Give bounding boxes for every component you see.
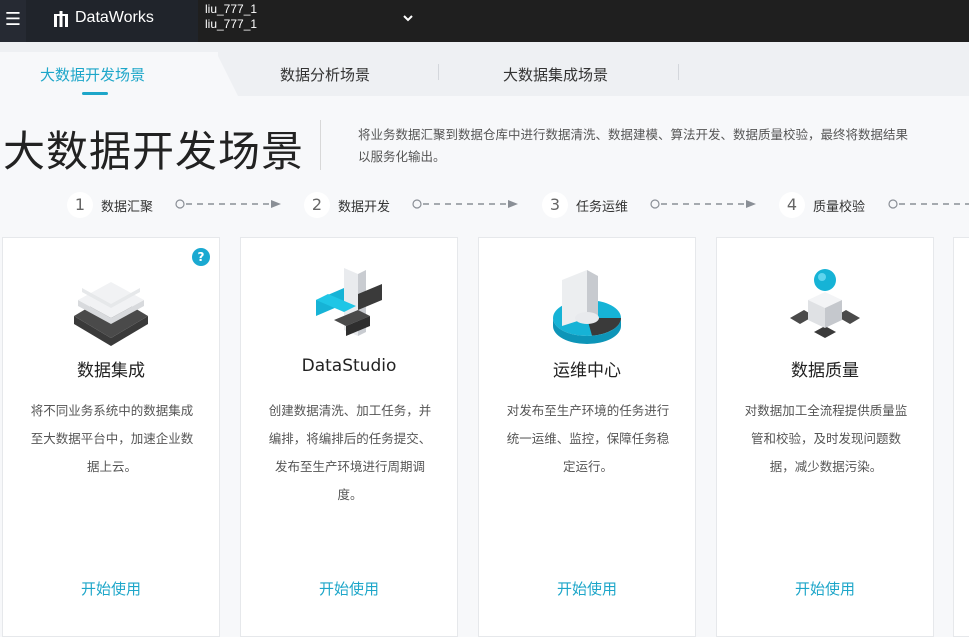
step-label: 数据开发 <box>338 200 391 215</box>
step-label: 数据汇聚 <box>101 200 154 215</box>
start-button[interactable]: 开始使用 <box>3 578 219 599</box>
card-data-quality: 数据质量 对数据加工全流程提供质量监管和校验，及时发现问题数据，减少数据污染。 … <box>716 237 934 637</box>
step-arrow-icon <box>175 199 281 209</box>
page-description: 将业务数据汇聚到数据仓库中进行数据清洗、数据建模、算法开发、数据质量校验，最终将… <box>358 127 909 164</box>
step-label: 质量校验 <box>813 200 866 215</box>
chevron-down-icon[interactable] <box>400 10 416 26</box>
title-divider <box>320 120 321 170</box>
tab-data-analysis[interactable]: 数据分析场景 <box>280 64 370 85</box>
step-number: 2 <box>304 192 330 218</box>
card-description: 对发布至生产环境的任务进行统一运维、监控，保障任务稳定运行。 <box>506 403 670 474</box>
datastudio-icon <box>316 268 382 336</box>
page-title: 大数据开发场景 <box>3 127 305 176</box>
step-arrow-icon <box>888 199 969 209</box>
account-id: liu_777_1 <box>205 17 258 31</box>
card-title: DataStudio <box>301 356 397 376</box>
step-arrow-icon <box>412 199 518 209</box>
account-selector[interactable]: liu_777_1 liu_777_1 <box>205 2 257 32</box>
step-arrow-icon <box>650 199 756 209</box>
active-tab-indicator <box>82 92 108 95</box>
operations-center-icon <box>553 270 621 344</box>
scenario-tabs <box>0 42 969 96</box>
brand-logo[interactable]: DataWorks <box>26 0 198 42</box>
account-name: liu_777_1 <box>205 2 258 16</box>
step-label: 任务运维 <box>576 200 629 215</box>
card-title: 数据质量 <box>791 361 859 381</box>
top-navigation-bar: ☰ DataWorks liu_777_1 liu_777_1 <box>0 0 969 42</box>
brand-name: DataWorks <box>75 9 154 26</box>
card-datastudio: DataStudio 创建数据清洗、加工任务，并编排，将编排后的任务提交、发布至… <box>240 237 458 637</box>
card-next-partial <box>953 237 969 637</box>
tab-big-data-integration[interactable]: 大数据集成场景 <box>503 64 608 85</box>
card-title: 数据集成 <box>77 361 145 381</box>
tab-divider <box>438 64 439 80</box>
card-description: 创建数据清洗、加工任务，并编排，将编排后的任务提交、发布至生产环境进行周期调度。 <box>268 403 432 502</box>
card-data-integration: ? 数据集成 将不同业务系统中的数据集成至大数据平台中，加速企业数据上云。 开始… <box>2 237 220 637</box>
card-description: 将不同业务系统中的数据集成至大数据平台中，加速企业数据上云。 <box>30 403 194 474</box>
tab-divider <box>678 64 679 80</box>
step-number: 4 <box>779 192 805 218</box>
start-button[interactable]: 开始使用 <box>479 578 695 599</box>
menu-icon[interactable]: ☰ <box>0 0 26 42</box>
card-description: 对数据加工全流程提供质量监管和校验，及时发现问题数据，减少数据污染。 <box>744 403 908 474</box>
data-integration-icon <box>74 282 148 346</box>
tab-big-data-development[interactable]: 大数据开发场景 <box>40 64 145 85</box>
start-button[interactable]: 开始使用 <box>241 578 457 599</box>
card-operations-center: 运维中心 对发布至生产环境的任务进行统一运维、监控，保障任务稳定运行。 开始使用 <box>478 237 696 637</box>
data-quality-icon <box>790 269 860 338</box>
help-icon[interactable]: ? <box>192 248 210 266</box>
start-button[interactable]: 开始使用 <box>717 578 933 599</box>
step-number: 3 <box>542 192 568 218</box>
card-title: 运维中心 <box>553 361 621 381</box>
dataworks-logo-icon <box>54 11 68 27</box>
step-number: 1 <box>67 192 93 218</box>
